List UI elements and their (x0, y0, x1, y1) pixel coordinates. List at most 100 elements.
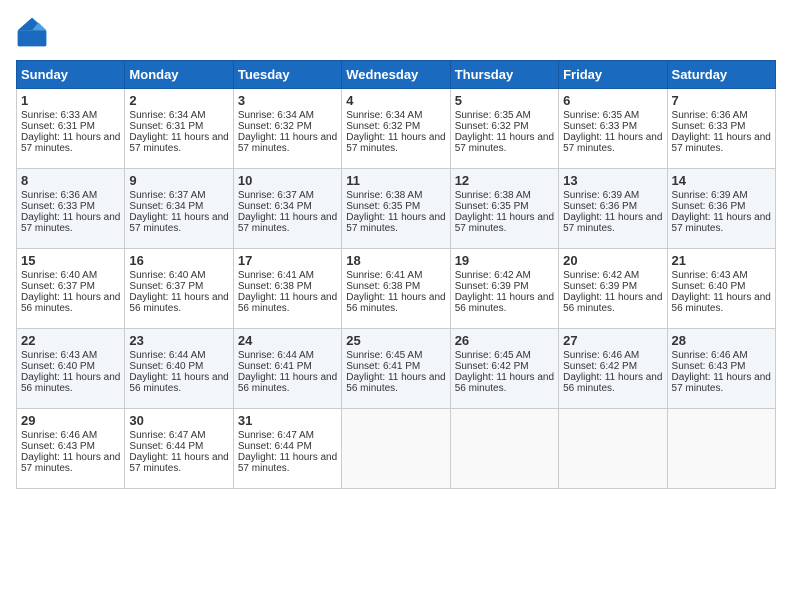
day-number: 5 (455, 93, 554, 108)
sunrise-text: Sunrise: 6:34 AM (238, 110, 314, 121)
sunset-text: Sunset: 6:44 PM (129, 441, 203, 452)
daylight-text: Daylight: 11 hours and 56 minutes. (563, 292, 662, 314)
sunrise-text: Sunrise: 6:41 AM (346, 270, 422, 281)
calendar-cell: 27 Sunrise: 6:46 AMSunset: 6:42 PMDayligh… (559, 329, 667, 409)
sunrise-text: Sunrise: 6:46 AM (21, 430, 97, 441)
sunset-text: Sunset: 6:32 PM (455, 121, 529, 132)
daylight-text: Daylight: 11 hours and 56 minutes. (563, 372, 662, 394)
day-number: 6 (563, 93, 662, 108)
calendar-cell: 28Sunrise: 6:46 AMSunset: 6:43 PMDayligh… (667, 329, 775, 409)
sunrise-text: Sunrise: 6:45 AM (346, 350, 422, 361)
daylight-text: Daylight: 11 hours and 56 minutes. (672, 292, 771, 314)
calendar-week-row: 1Sunrise: 6:33 AMSunset: 6:31 PMDaylight… (17, 89, 776, 169)
day-number: 16 (129, 253, 228, 268)
day-number: 20 (563, 253, 662, 268)
day-number: 21 (672, 253, 771, 268)
sunrise-text: Sunrise: 6:38 AM (346, 190, 422, 201)
weekday-header-monday: Monday (125, 61, 233, 89)
sunset-text: Sunset: 6:33 PM (21, 201, 95, 212)
day-number: 29 (21, 413, 120, 428)
calendar-cell: 23Sunrise: 6:44 AMSunset: 6:40 PMDayligh… (125, 329, 233, 409)
day-number: 3 (238, 93, 337, 108)
calendar-body: 1Sunrise: 6:33 AMSunset: 6:31 PMDaylight… (17, 89, 776, 489)
sunset-text: Sunset: 6:32 PM (238, 121, 312, 132)
sunset-text: Sunset: 6:35 PM (455, 201, 529, 212)
calendar-cell: 10Sunrise: 6:37 AMSunset: 6:34 PMDayligh… (233, 169, 341, 249)
day-number: 19 (455, 253, 554, 268)
day-number: 8 (21, 173, 120, 188)
day-number: 28 (672, 333, 771, 348)
sunrise-text: Sunrise: 6:33 AM (21, 110, 97, 121)
sunrise-text: Sunrise: 6:39 AM (563, 190, 639, 201)
day-number: 17 (238, 253, 337, 268)
calendar-cell: 12Sunrise: 6:38 AMSunset: 6:35 PMDayligh… (450, 169, 558, 249)
calendar-cell: 25Sunrise: 6:45 AMSunset: 6:41 PMDayligh… (342, 329, 450, 409)
weekday-header-sunday: Sunday (17, 61, 125, 89)
daylight-text: Daylight: 11 hours and 57 minutes. (346, 212, 445, 234)
daylight-text: Daylight: 11 hours and 57 minutes. (238, 452, 337, 474)
daylight-text: Daylight: 11 hours and 56 minutes. (238, 292, 337, 314)
calendar-cell: 6Sunrise: 6:35 AMSunset: 6:33 PMDaylight… (559, 89, 667, 169)
day-number: 13 (563, 173, 662, 188)
calendar-cell: 22Sunrise: 6:43 AMSunset: 6:40 PMDayligh… (17, 329, 125, 409)
calendar-cell: 18Sunrise: 6:41 AMSunset: 6:38 PMDayligh… (342, 249, 450, 329)
daylight-text: Daylight: 11 hours and 57 minutes. (21, 452, 120, 474)
calendar-cell: 13Sunrise: 6:39 AMSunset: 6:36 PMDayligh… (559, 169, 667, 249)
sunset-text: Sunset: 6:40 PM (672, 281, 746, 292)
sunrise-text: Sunrise: 6:37 AM (238, 190, 314, 201)
sunset-text: Sunset: 6:44 PM (238, 441, 312, 452)
daylight-text: Daylight: 11 hours and 57 minutes. (129, 132, 228, 154)
calendar-cell: 3Sunrise: 6:34 AMSunset: 6:32 PMDaylight… (233, 89, 341, 169)
calendar-cell: 21Sunrise: 6:43 AMSunset: 6:40 PMDayligh… (667, 249, 775, 329)
calendar-cell: 9Sunrise: 6:37 AMSunset: 6:34 PMDaylight… (125, 169, 233, 249)
sunset-text: Sunset: 6:42 PM (563, 361, 637, 372)
calendar-cell: 2Sunrise: 6:34 AMSunset: 6:31 PMDaylight… (125, 89, 233, 169)
calendar-cell: 26Sunrise: 6:45 AMSunset: 6:42 PMDayligh… (450, 329, 558, 409)
daylight-text: Daylight: 11 hours and 56 minutes. (455, 372, 554, 394)
daylight-text: Daylight: 11 hours and 57 minutes. (455, 212, 554, 234)
weekday-header-thursday: Thursday (450, 61, 558, 89)
sunrise-text: Sunrise: 6:35 AM (455, 110, 531, 121)
calendar-cell: 14Sunrise: 6:39 AMSunset: 6:36 PMDayligh… (667, 169, 775, 249)
day-number: 31 (238, 413, 337, 428)
sunrise-text: Sunrise: 6:42 AM (455, 270, 531, 281)
sunset-text: Sunset: 6:33 PM (672, 121, 746, 132)
calendar-cell: 4Sunrise: 6:34 AMSunset: 6:32 PMDaylight… (342, 89, 450, 169)
weekday-header-friday: Friday (559, 61, 667, 89)
daylight-text: Daylight: 11 hours and 57 minutes. (455, 132, 554, 154)
sunrise-text: Sunrise: 6:35 AM (563, 110, 639, 121)
day-number: 14 (672, 173, 771, 188)
calendar-cell (559, 409, 667, 489)
sunset-text: Sunset: 6:34 PM (238, 201, 312, 212)
daylight-text: Daylight: 11 hours and 57 minutes. (672, 212, 771, 234)
weekday-header-tuesday: Tuesday (233, 61, 341, 89)
day-number: 10 (238, 173, 337, 188)
daylight-text: Daylight: 11 hours and 57 minutes. (129, 452, 228, 474)
daylight-text: Daylight: 11 hours and 56 minutes. (238, 372, 337, 394)
sunrise-text: Sunrise: 6:34 AM (129, 110, 205, 121)
sunset-text: Sunset: 6:37 PM (129, 281, 203, 292)
daylight-text: Daylight: 11 hours and 56 minutes. (129, 292, 228, 314)
calendar-cell: 5 Sunrise: 6:35 AMSunset: 6:32 PMDaylight… (450, 89, 558, 169)
day-number: 27 (563, 333, 662, 348)
daylight-text: Daylight: 11 hours and 56 minutes. (21, 292, 120, 314)
logo (16, 16, 52, 48)
sunset-text: Sunset: 6:40 PM (21, 361, 95, 372)
calendar-cell (342, 409, 450, 489)
daylight-text: Daylight: 11 hours and 56 minutes. (455, 292, 554, 314)
calendar-cell: 29Sunrise: 6:46 AMSunset: 6:43 PMDayligh… (17, 409, 125, 489)
calendar-cell: 31Sunrise: 6:47 AMSunset: 6:44 PMDayligh… (233, 409, 341, 489)
page-header (16, 16, 776, 48)
calendar-cell: 8Sunrise: 6:36 AMSunset: 6:33 PMDaylight… (17, 169, 125, 249)
sunrise-text: Sunrise: 6:40 AM (21, 270, 97, 281)
day-number: 30 (129, 413, 228, 428)
sunrise-text: Sunrise: 6:46 AM (672, 350, 748, 361)
sunrise-text: Sunrise: 6:46 AM (563, 350, 639, 361)
sunrise-text: Sunrise: 6:39 AM (672, 190, 748, 201)
day-number: 26 (455, 333, 554, 348)
calendar-table: SundayMondayTuesdayWednesdayThursdayFrid… (16, 60, 776, 489)
logo-icon (16, 16, 48, 48)
weekday-header-row: SundayMondayTuesdayWednesdayThursdayFrid… (17, 61, 776, 89)
daylight-text: Daylight: 11 hours and 56 minutes. (21, 372, 120, 394)
sunset-text: Sunset: 6:35 PM (346, 201, 420, 212)
